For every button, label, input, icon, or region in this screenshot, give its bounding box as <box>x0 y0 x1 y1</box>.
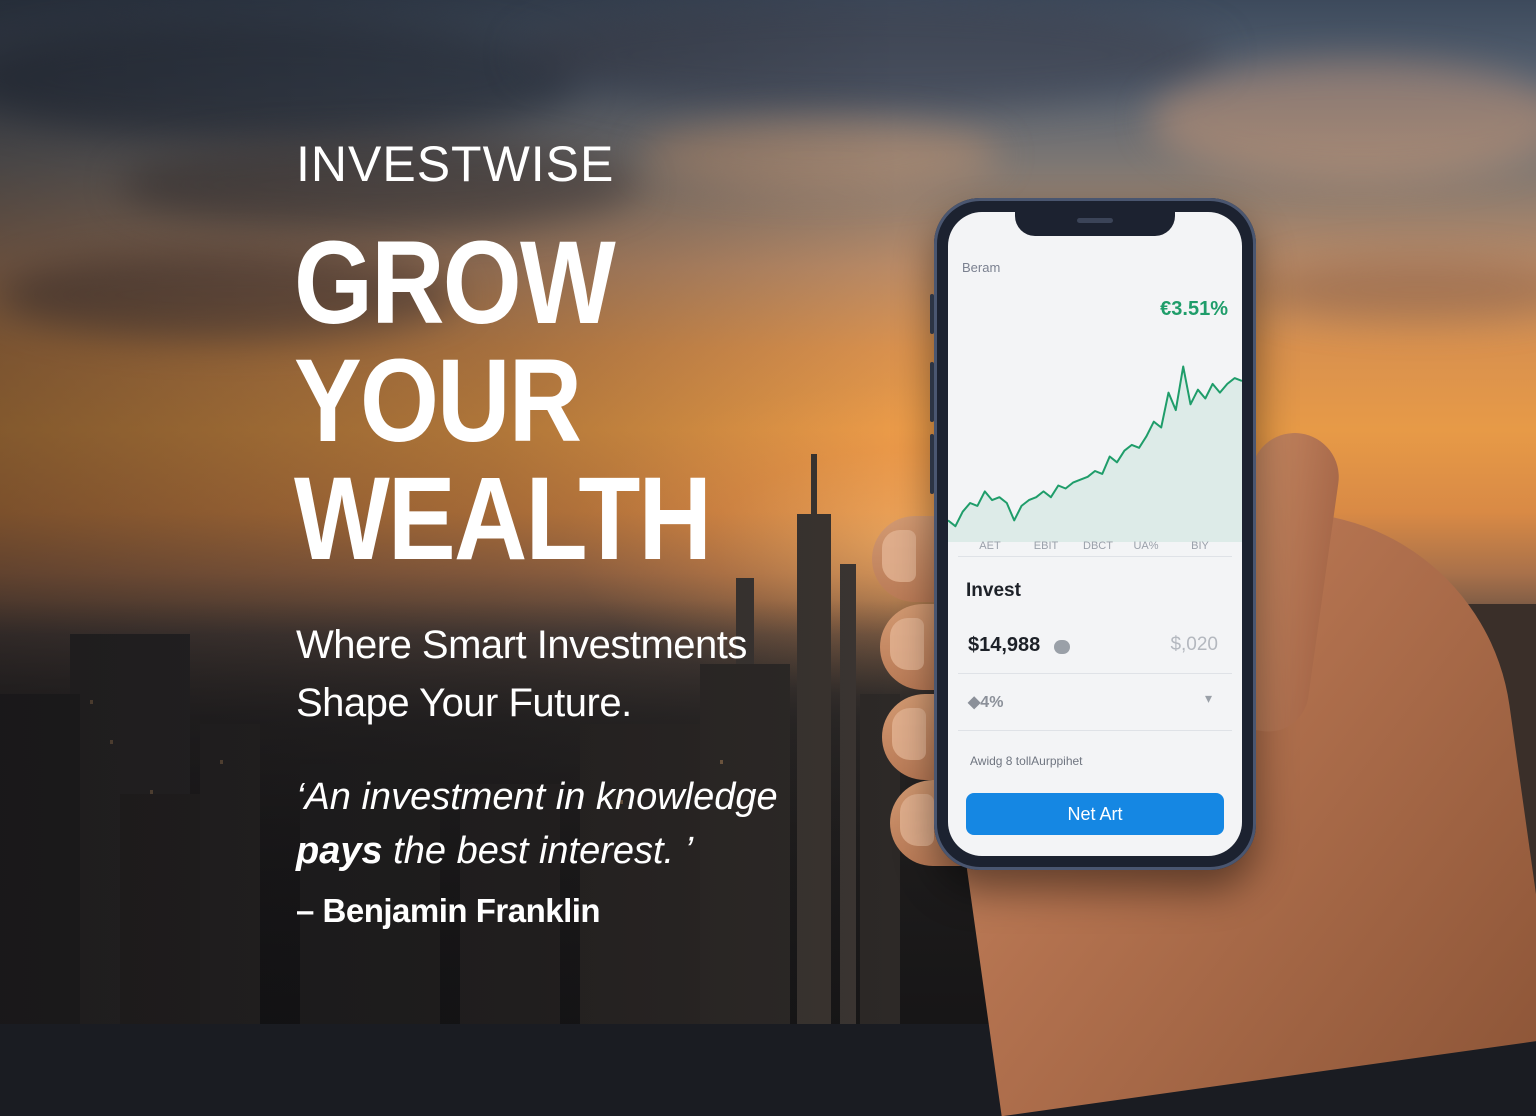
divider <box>958 556 1232 557</box>
divider <box>958 673 1232 674</box>
phone-screen: Beram €3.51% AET EBIT DBCT UA% BIY Inves… <box>948 212 1242 856</box>
subheadline: Where Smart Investments Shape Your Futur… <box>296 616 856 732</box>
phone-side-button <box>930 362 934 422</box>
subheadline-line: Where Smart Investments <box>296 623 747 667</box>
phone-notch <box>1015 212 1175 236</box>
section-title: Invest <box>966 580 1021 601</box>
cloud <box>1260 260 1536 320</box>
x-tick-label: UA% <box>1133 540 1159 552</box>
x-axis: AET EBIT DBCT UA% BIY <box>948 540 1242 560</box>
headline-line: YOUR <box>294 335 582 467</box>
balance-toggle-icon[interactable] <box>1054 640 1070 654</box>
footnote: Awidg 8 tollAurppihet <box>970 754 1083 768</box>
return-percentage: ◆4% <box>968 694 1004 711</box>
balance-secondary: $,020 <box>1170 634 1218 655</box>
divider <box>958 730 1232 731</box>
headline: GROW YOUR WEALTH <box>294 224 741 578</box>
quote-line-2: the best interest. <box>382 830 675 872</box>
headline-line: WEALTH <box>294 453 712 585</box>
primary-cta-button[interactable]: Net Art <box>966 793 1224 835</box>
speaker-grille <box>1077 218 1113 223</box>
quote-emphasis: pays <box>296 830 383 872</box>
phone-device: Beram €3.51% AET EBIT DBCT UA% BIY Inves… <box>930 198 1256 870</box>
performance-chart <box>948 365 1242 542</box>
chevron-down-icon[interactable]: ▾ <box>1205 690 1212 707</box>
x-tick-label: AET <box>979 540 1001 552</box>
x-tick-label: DBCT <box>1083 540 1113 552</box>
x-tick-label: EBIT <box>1033 540 1059 552</box>
headline-line: GROW <box>294 217 616 349</box>
phone-side-button <box>930 434 934 494</box>
x-tick-label: BIY <box>1191 540 1209 552</box>
balance-value: $14,988 <box>968 634 1041 656</box>
quote-close-mark: ’ <box>674 830 694 872</box>
chart-area <box>948 366 1242 542</box>
app-name: Beram <box>962 260 1001 275</box>
quote-attribution: – Benjamin Franklin <box>296 892 601 929</box>
brand-name: INVESTWISE <box>296 136 615 192</box>
subheadline-line: Shape Your Future. <box>296 681 632 725</box>
quote-line-1: An investment in knowledge <box>304 776 778 818</box>
quote: ‘An investment in knowledge pays the bes… <box>296 770 896 878</box>
cloud <box>1150 60 1536 180</box>
phone-side-button <box>930 294 934 334</box>
gain-percentage: €3.51% <box>1160 298 1228 320</box>
